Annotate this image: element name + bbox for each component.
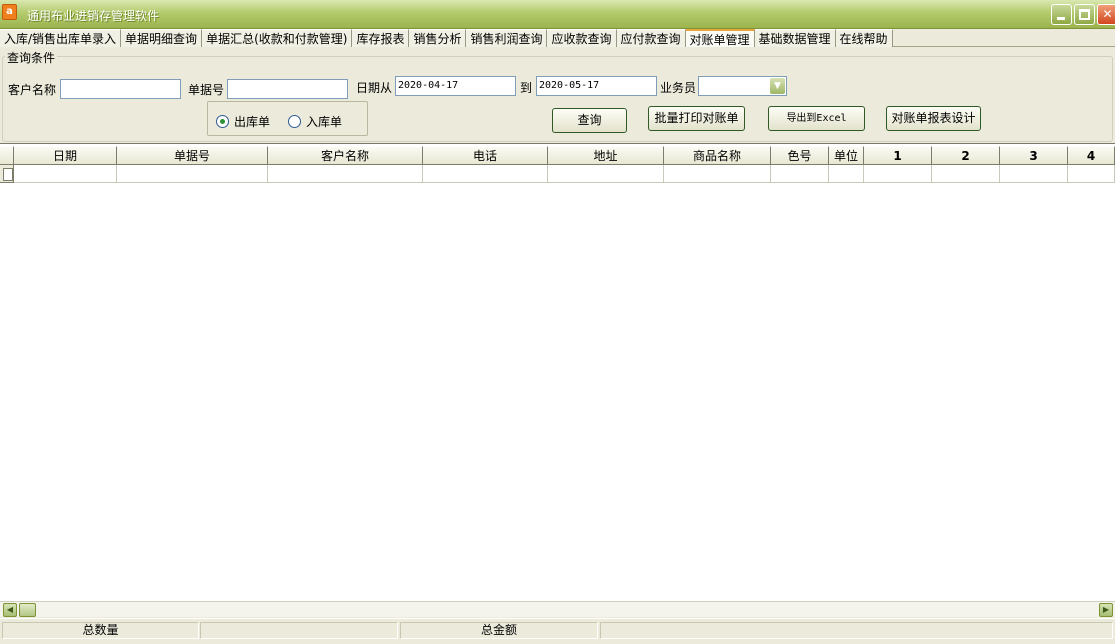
tab-payables[interactable]: 应付款查询 — [616, 29, 686, 47]
table-cell[interactable] — [829, 165, 864, 183]
radio-outbound-label: 出库单 — [234, 115, 271, 129]
table-row[interactable] — [0, 165, 1115, 183]
export-excel-button[interactable]: 导出到Excel — [768, 106, 865, 131]
col-2[interactable]: 2 — [932, 146, 1000, 165]
close-icon: ✕ — [1102, 7, 1113, 21]
tab-inventory-report[interactable]: 库存报表 — [352, 29, 410, 47]
tab-base-data[interactable]: 基础数据管理 — [754, 29, 836, 47]
query-group-title: 查询条件 — [5, 49, 58, 66]
tab-entry[interactable]: 入库/销售出库单录入 — [0, 29, 122, 47]
table-cell[interactable] — [423, 165, 548, 183]
table-cell[interactable] — [864, 165, 932, 183]
window-title: 通用布业进销存管理软件 — [27, 9, 160, 23]
table-cell[interactable] — [664, 165, 771, 183]
col-customer[interactable]: 客户名称 — [268, 146, 423, 165]
chevron-down-icon[interactable]: ▼ — [770, 78, 785, 94]
maximize-button[interactable] — [1074, 4, 1095, 25]
total-amount-label: 总金额 — [400, 622, 598, 639]
col-doc-no[interactable]: 单据号 — [117, 146, 268, 165]
tab-summary[interactable]: 单据汇总(收款和付款管理) — [202, 29, 353, 47]
date-from-input[interactable]: 2020-04-17 — [395, 76, 516, 96]
close-button[interactable]: ✕ — [1097, 4, 1115, 25]
tab-sales-profit[interactable]: 销售利润查询 — [466, 29, 548, 47]
minimize-button[interactable] — [1051, 4, 1072, 25]
customer-name-input[interactable] — [60, 79, 181, 99]
table-cell[interactable] — [117, 165, 268, 183]
query-button[interactable]: 查询 — [552, 108, 627, 133]
table-cell[interactable] — [268, 165, 423, 183]
tab-receivables[interactable]: 应收款查询 — [547, 29, 617, 47]
maximize-icon — [1079, 9, 1090, 20]
tab-online-help[interactable]: 在线帮助 — [835, 29, 893, 47]
query-panel: 查询条件 客户名称 单据号 日期从 2020-04-17 到 2020-05-1… — [0, 48, 1115, 143]
total-amount-value — [600, 622, 1113, 639]
statement-design-button[interactable]: 对账单报表设计 — [886, 106, 981, 131]
col-color-no[interactable]: 色号 — [771, 146, 829, 165]
col-1[interactable]: 1 — [864, 146, 932, 165]
doc-no-input[interactable] — [227, 79, 348, 99]
main-tabs: 入库/销售出库单录入 单据明细查询 单据汇总(收款和付款管理) 库存报表 销售分… — [0, 29, 1115, 47]
table-cell[interactable] — [932, 165, 1000, 183]
salesman-select[interactable]: ▼ — [698, 76, 787, 96]
col-phone[interactable]: 电话 — [423, 146, 548, 165]
title-bar: a 通用布业进销存管理软件 ✕ — [0, 0, 1115, 29]
col-address[interactable]: 地址 — [548, 146, 664, 165]
batch-print-button[interactable]: 批量打印对账单 — [648, 106, 745, 131]
radio-inbound-label: 入库单 — [306, 115, 343, 129]
salesman-label: 业务员 — [660, 81, 697, 95]
app-icon: a — [2, 4, 17, 20]
radio-outbound-dot[interactable] — [216, 115, 229, 128]
col-product[interactable]: 商品名称 — [664, 146, 771, 165]
tab-statement-management[interactable]: 对账单管理 — [685, 29, 755, 47]
grid-corner — [0, 146, 14, 165]
scrollbar-thumb[interactable] — [19, 603, 36, 617]
tab-sales-analysis[interactable]: 销售分析 — [409, 29, 467, 47]
doc-no-label: 单据号 — [188, 83, 225, 97]
tab-detail-query[interactable]: 单据明细查询 — [121, 29, 203, 47]
radio-inbound[interactable]: 入库单 — [288, 113, 342, 130]
table-cell[interactable] — [771, 165, 829, 183]
col-3[interactable]: 3 — [1000, 146, 1068, 165]
table-cell[interactable] — [548, 165, 664, 183]
row-selector[interactable] — [0, 165, 14, 183]
total-qty-label: 总数量 — [2, 622, 199, 639]
minimize-icon — [1057, 17, 1065, 20]
grid-header: 日期 单据号 客户名称 电话 地址 商品名称 色号 单位 1 2 3 4 — [0, 146, 1115, 165]
status-bar: 总数量 总金额 — [0, 618, 1115, 644]
doc-type-radio-group: 出库单 入库单 — [207, 101, 368, 136]
table-cell[interactable] — [1000, 165, 1068, 183]
table-cell[interactable] — [1068, 165, 1115, 183]
total-qty-value — [200, 622, 398, 639]
arrow-right-icon[interactable]: ▶ — [1099, 603, 1113, 617]
date-to-input[interactable]: 2020-05-17 — [536, 76, 657, 96]
radio-outbound[interactable]: 出库单 — [216, 113, 270, 130]
table-cell[interactable] — [14, 165, 117, 183]
date-from-label: 日期从 — [356, 81, 393, 95]
date-to-label: 到 — [520, 81, 533, 95]
statement-grid[interactable]: 日期 单据号 客户名称 电话 地址 商品名称 色号 单位 1 2 3 4 — [0, 143, 1115, 601]
radio-inbound-dot[interactable] — [288, 115, 301, 128]
col-4[interactable]: 4 — [1068, 146, 1115, 165]
col-unit[interactable]: 单位 — [829, 146, 864, 165]
col-date[interactable]: 日期 — [14, 146, 117, 165]
arrow-left-icon[interactable]: ◀ — [3, 603, 17, 617]
customer-label: 客户名称 — [8, 83, 57, 97]
horizontal-scrollbar[interactable]: ◀ ▶ — [0, 601, 1115, 617]
